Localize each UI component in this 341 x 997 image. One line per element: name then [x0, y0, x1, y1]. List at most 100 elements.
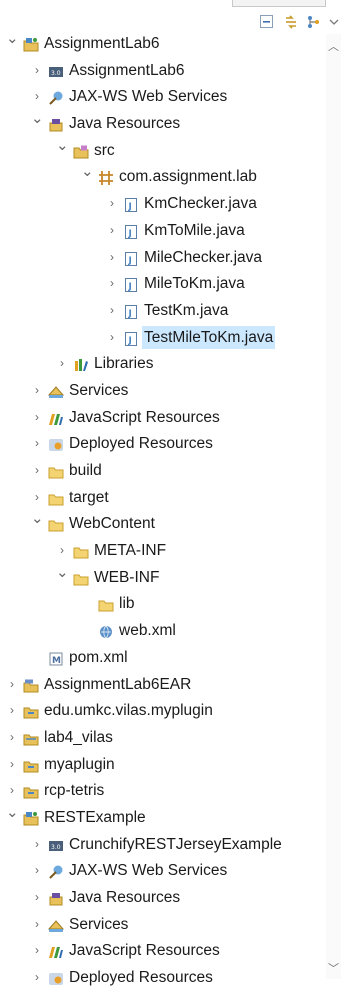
tree-item[interactable]: › target — [0, 484, 326, 511]
link-with-editor-icon[interactable] — [283, 14, 299, 30]
expand-chevron-icon[interactable]: › — [31, 404, 43, 431]
tree-item[interactable]: › Libraries — [0, 350, 326, 377]
tree-item[interactable]: › JAX-WS Web Services — [0, 857, 326, 884]
tree-item[interactable]: › edu.umkc.vilas.myplugin — [0, 697, 326, 724]
tree-item[interactable]: › Deployed Resources — [0, 430, 326, 457]
tree-item[interactable]: web.xml — [0, 617, 326, 644]
deployment-descriptor-icon: 3.0 — [48, 837, 64, 853]
tree-item-label: AssignmentLab6 — [69, 61, 185, 79]
tree-item[interactable]: lib — [0, 590, 326, 617]
svg-text:J: J — [128, 229, 132, 239]
expand-chevron-icon[interactable]: › — [31, 911, 43, 938]
expand-chevron-icon[interactable]: › — [106, 297, 118, 324]
tree-item-label: AssignmentLab6 — [44, 35, 160, 52]
folder-icon — [48, 490, 64, 506]
tree-item[interactable]: ⌄ Java Resources — [0, 110, 326, 137]
tree-item[interactable]: › META-INF — [0, 537, 326, 564]
svg-text:M: M — [52, 656, 61, 666]
tree-item[interactable]: › JavaScript Resources — [0, 404, 326, 431]
svg-text:3.0: 3.0 — [51, 844, 61, 851]
chevron-down-icon[interactable] — [329, 14, 339, 30]
tree-item-label: lib — [119, 595, 135, 613]
expand-chevron-icon[interactable]: › — [31, 964, 43, 991]
expand-chevron-icon[interactable]: › — [6, 724, 18, 751]
tree-item-label: RESTExample — [44, 808, 146, 826]
tree-item-label: AssignmentLab6EAR — [44, 675, 192, 693]
tree-item[interactable]: › J MileToKm.java — [0, 270, 326, 297]
expand-chevron-icon[interactable]: › — [31, 857, 43, 884]
tree-item[interactable]: › J KmToMile.java — [0, 217, 326, 244]
expand-chevron-icon[interactable]: › — [6, 671, 18, 698]
scroll-down-icon[interactable]: ﹀ — [328, 960, 339, 976]
java-file-icon: J — [123, 303, 139, 319]
tree-item[interactable]: › JAX-WS Web Services — [0, 83, 326, 110]
expand-chevron-icon[interactable]: › — [6, 697, 18, 724]
tree-item-label: JavaScript Resources — [69, 942, 220, 960]
view-tab-edge — [232, 0, 326, 7]
expand-chevron-icon[interactable]: › — [31, 831, 43, 858]
expand-chevron-icon[interactable]: › — [106, 270, 118, 297]
javascript-resources-icon — [48, 943, 64, 959]
tree-item[interactable]: ⌄ AssignmentLab6 — [0, 30, 326, 57]
collapse-chevron-icon[interactable]: ⌄ — [31, 506, 44, 533]
tree-item[interactable]: › 3.0 CrunchifyRESTJerseyExample — [0, 831, 326, 858]
tree-item[interactable]: › rcp-tetris — [0, 777, 326, 804]
tree-item[interactable]: › Services — [0, 911, 326, 938]
tree-item[interactable]: › Java Resources — [0, 884, 326, 911]
expand-chevron-icon[interactable]: › — [31, 457, 43, 484]
tree-item[interactable]: › J KmChecker.java — [0, 190, 326, 217]
tree-item[interactable]: › lab4_vilas — [0, 724, 326, 751]
view-menu-icon[interactable] — [305, 14, 321, 30]
collapse-chevron-icon[interactable]: ⌄ — [56, 133, 69, 160]
collapse-chevron-icon[interactable]: ⌄ — [81, 159, 94, 186]
expand-chevron-icon[interactable]: › — [31, 430, 43, 457]
tree-item[interactable]: › J TestKm.java — [0, 297, 326, 324]
collapse-chevron-icon[interactable]: ⌄ — [31, 106, 44, 133]
javascript-resources-icon — [48, 410, 64, 426]
vertical-scrollbar[interactable]: ︿ ﹀ — [326, 34, 341, 979]
tree-item[interactable]: › AssignmentLab6EAR — [0, 671, 326, 698]
deployed-resources-icon — [48, 970, 64, 986]
collapse-all-icon[interactable] — [259, 14, 275, 30]
tree-item[interactable]: ⌄ com.assignment.lab — [0, 163, 326, 190]
expand-chevron-icon[interactable]: › — [31, 884, 43, 911]
project-icon — [23, 810, 39, 826]
expand-chevron-icon[interactable]: › — [106, 244, 118, 271]
expand-chevron-icon[interactable]: › — [106, 217, 118, 244]
tree-item[interactable]: › JavaScript Resources — [0, 937, 326, 964]
collapse-chevron-icon[interactable]: ⌄ — [56, 560, 69, 587]
tree-item[interactable]: › Services — [0, 377, 326, 404]
tree-item[interactable]: ⌄ RESTExample — [0, 804, 326, 831]
tree-item-label: KmChecker.java — [144, 195, 257, 213]
expand-chevron-icon[interactable]: › — [31, 937, 43, 964]
deployed-resources-icon — [48, 436, 64, 452]
tree-item-label: Java Resources — [69, 889, 181, 906]
view-toolbar — [0, 0, 341, 34]
tree-item[interactable]: › J TestMileToKm.java — [0, 324, 326, 351]
services-icon — [47, 917, 65, 933]
tree-item-label: JAX-WS Web Services — [69, 88, 228, 106]
tree-item-label: JavaScript Resources — [69, 408, 220, 426]
expand-chevron-icon[interactable]: › — [31, 57, 43, 84]
expand-chevron-icon[interactable]: › — [106, 324, 118, 351]
tree-item[interactable]: Mpom.xml — [0, 644, 326, 671]
scroll-up-icon[interactable]: ︿ — [328, 38, 339, 54]
tree-item[interactable]: ⌄ WebContent — [0, 510, 326, 537]
svg-text:J: J — [128, 309, 132, 319]
expand-chevron-icon[interactable]: › — [6, 751, 18, 778]
collapse-chevron-icon[interactable]: ⌄ — [6, 800, 19, 827]
tree-item[interactable]: › myaplugin — [0, 751, 326, 778]
expand-chevron-icon[interactable]: › — [31, 377, 43, 404]
svg-text:J: J — [128, 202, 132, 212]
tree-item[interactable]: › Deployed Resources — [0, 964, 326, 991]
xml-file-icon — [98, 623, 114, 639]
tree-item[interactable]: ⌄ src — [0, 137, 326, 164]
tree-item[interactable]: › 3.0 AssignmentLab6 — [0, 57, 326, 84]
tree-item[interactable]: › J MileChecker.java — [0, 244, 326, 271]
expand-chevron-icon[interactable]: › — [106, 190, 118, 217]
tree-item[interactable]: ⌄ WEB-INF — [0, 564, 326, 591]
tree-item[interactable]: › build — [0, 457, 326, 484]
expand-chevron-icon[interactable]: › — [56, 350, 68, 377]
collapse-chevron-icon[interactable]: ⌄ — [6, 26, 19, 53]
tree-item-label: Services — [69, 381, 129, 399]
